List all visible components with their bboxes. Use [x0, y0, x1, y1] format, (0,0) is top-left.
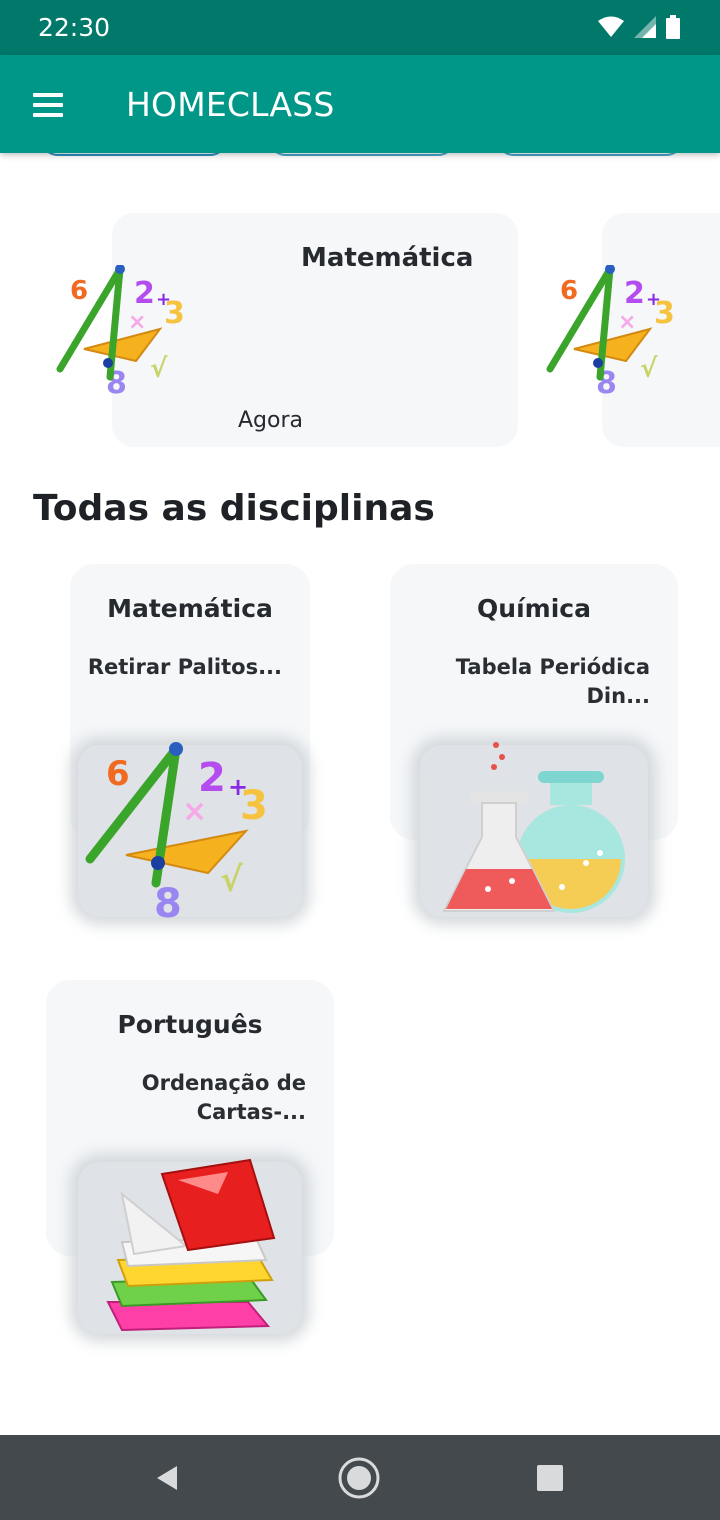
menu-button[interactable] [30, 88, 68, 122]
math-illustration-icon: 6 2 + 3 × 8 √ [56, 265, 185, 395]
back-icon [157, 1466, 177, 1490]
subject-image-portugues[interactable] [78, 1158, 302, 1334]
math-illustration-icon: 6 2 + 3 × 8 √ [85, 742, 268, 921]
recent-card-time: Agora [238, 408, 304, 433]
subject-activity: Tabela Periódica Din... [455, 655, 650, 708]
books-stack-icon [106, 1158, 276, 1332]
svg-text:6: 6 [70, 276, 88, 306]
svg-text:3: 3 [654, 296, 675, 331]
system-nav-bar [0, 1435, 720, 1520]
app-title: HOMECLASS [126, 85, 335, 124]
svg-text:√: √ [220, 860, 243, 900]
home-icon [338, 1457, 380, 1499]
menu-icon-bar [33, 113, 63, 117]
chemistry-flasks-icon [442, 742, 625, 913]
subject-image-matematica[interactable]: 6 2 + 3 × 8 √ [78, 742, 302, 921]
subject-name: Português [117, 1010, 263, 1039]
menu-icon [33, 93, 63, 97]
status-time: 22:30 [38, 13, 111, 42]
recent-activities: Matemática Agora 6 2 + 3 × 8 √ 6 2 + 3 ×… [0, 213, 720, 449]
svg-text:√: √ [150, 354, 168, 384]
recents-icon [537, 1465, 563, 1491]
status-bar: 22:30 [0, 0, 720, 55]
subject-image-quimica[interactable] [420, 742, 648, 917]
svg-text:3: 3 [164, 296, 185, 331]
svg-text:8: 8 [154, 881, 182, 921]
subject-name: Matemática [107, 594, 273, 623]
svg-text:×: × [618, 310, 636, 335]
wifi-icon [598, 16, 624, 37]
svg-text:2: 2 [134, 276, 155, 311]
svg-text:6: 6 [560, 276, 578, 306]
subject-activity: Retirar Palitos... [87, 655, 282, 679]
svg-text:×: × [182, 794, 207, 829]
battery-icon [666, 15, 680, 39]
svg-text:√: √ [640, 354, 658, 384]
status-icons [598, 15, 680, 39]
menu-icon-bar [33, 103, 63, 107]
app-bar: HOMECLASS [0, 55, 720, 153]
back-button[interactable] [144, 1455, 190, 1501]
svg-text:6: 6 [106, 754, 130, 794]
recent-card-subject: Matemática [301, 243, 474, 273]
recents-button[interactable] [527, 1455, 573, 1501]
section-title: Todas as disciplinas [33, 488, 435, 529]
math-illustration-icon: 6 2 + 3 × 8 √ [546, 265, 675, 395]
svg-text:3: 3 [240, 783, 268, 829]
svg-text:×: × [128, 310, 146, 335]
subject-activity: Ordenação de Cartas-... [141, 1071, 306, 1124]
svg-text:2: 2 [624, 276, 645, 311]
home-button[interactable] [336, 1455, 382, 1501]
cell-signal-icon [634, 16, 656, 38]
subject-name: Química [477, 594, 591, 623]
